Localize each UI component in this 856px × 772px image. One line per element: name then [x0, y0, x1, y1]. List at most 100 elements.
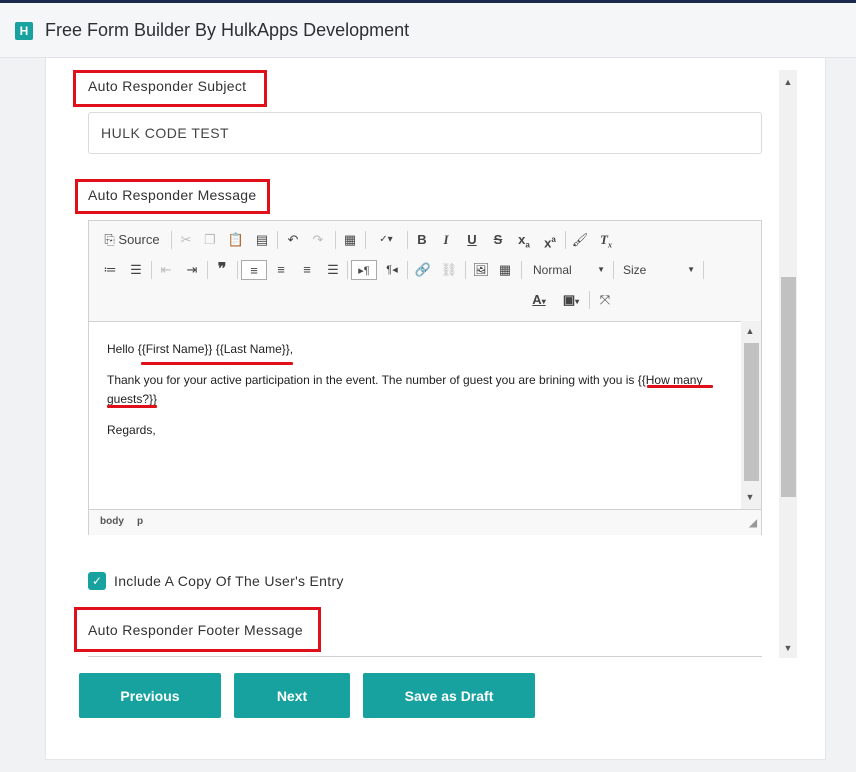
subject-input[interactable]	[88, 112, 762, 154]
strikethrough-icon[interactable]: S	[489, 230, 507, 250]
toolbar-separator	[613, 261, 614, 279]
background-color-icon[interactable]: ▣▾	[559, 290, 583, 310]
app-title: Free Form Builder By HulkApps Developmen…	[45, 20, 410, 40]
editor-content[interactable]: Hello {{First Name}} {{Last Name}}, Than…	[89, 321, 741, 509]
superscript-icon[interactable]: xa	[541, 230, 559, 250]
undo-icon[interactable]: ↶	[284, 230, 302, 250]
editor-element-path: body p ◢	[89, 509, 761, 535]
scroll-up-icon[interactable]: ▲	[779, 74, 797, 90]
ltr-icon[interactable]: ▸¶	[351, 260, 377, 280]
path-body[interactable]: body	[100, 516, 124, 527]
last-name-tag: {{Last Name}}	[215, 342, 290, 356]
maximize-icon[interactable]: ⤧	[595, 290, 615, 310]
form-scrollbar[interactable]: ▲ ▼	[779, 70, 797, 658]
paste-icon[interactable]: 📋	[227, 230, 245, 250]
bold-icon[interactable]: B	[413, 230, 431, 250]
resize-handle-icon[interactable]: ◢	[749, 518, 757, 529]
bulleted-list-icon[interactable]: ☰	[127, 260, 145, 280]
toolbar-separator	[465, 261, 466, 279]
text-color-icon[interactable]: A▾	[527, 290, 551, 310]
size-select-value: Size	[623, 263, 647, 277]
footer-editor-edge	[88, 656, 762, 658]
increase-indent-icon[interactable]: ⇥	[183, 260, 201, 280]
image-icon[interactable]: 🖼	[471, 260, 491, 280]
previous-button[interactable]: Previous	[79, 673, 221, 718]
scroll-up-icon[interactable]: ▲	[741, 323, 759, 339]
align-right-icon[interactable]: ≡	[297, 260, 317, 280]
size-select[interactable]: Size ▼	[623, 260, 695, 280]
guests-tag-underline	[647, 385, 713, 388]
toolbar-separator	[521, 261, 522, 279]
greeting-text: Hello	[107, 342, 138, 356]
decrease-indent-icon[interactable]: ⇤	[157, 260, 175, 280]
numbered-list-icon[interactable]: ≔	[101, 260, 119, 280]
toolbar-separator	[347, 261, 348, 279]
format-select-value: Normal	[533, 263, 572, 277]
justify-icon[interactable]: ☰	[323, 260, 343, 280]
redo-icon[interactable]: ↷	[309, 230, 327, 250]
toolbar-separator	[207, 261, 208, 279]
greeting-suffix: ,	[289, 342, 294, 356]
toolbar-separator	[237, 261, 238, 279]
align-center-icon[interactable]: ≡	[271, 260, 291, 280]
thanks-text: Thank you for your active participation …	[107, 373, 638, 387]
toolbar-separator	[407, 261, 408, 279]
save-draft-button[interactable]: Save as Draft	[363, 673, 535, 718]
copy-icon[interactable]: ❐	[201, 230, 219, 250]
toolbar-separator	[407, 231, 408, 249]
underline-icon[interactable]: U	[463, 230, 481, 250]
toolbar-separator	[277, 231, 278, 249]
subscript-icon[interactable]: xa	[515, 230, 533, 250]
toolbar-separator	[589, 291, 590, 309]
remove-format-icon[interactable]: Tx	[597, 230, 615, 250]
app-header: H Free Form Builder By HulkApps Developm…	[0, 3, 856, 58]
unlink-icon[interactable]: ⛓	[439, 260, 459, 280]
scroll-down-icon[interactable]: ▼	[779, 640, 797, 656]
first-name-tag: {{First Name}}	[137, 342, 213, 356]
name-tags-underline	[141, 362, 293, 365]
form-scroll-area: Auto Responder Subject Auto Responder Me…	[45, 70, 780, 658]
path-p[interactable]: p	[137, 516, 143, 527]
subject-label: Auto Responder Subject	[88, 78, 247, 94]
message-label: Auto Responder Message	[88, 187, 257, 203]
toolbar-separator	[151, 261, 152, 279]
spellcheck-icon[interactable]: ✓▾	[373, 230, 399, 250]
footer-label: Auto Responder Footer Message	[88, 622, 303, 638]
italic-icon[interactable]: I	[437, 230, 455, 250]
chevron-down-icon: ▼	[687, 265, 695, 274]
table-icon[interactable]: ▦	[495, 260, 515, 280]
form-scroll-thumb[interactable]	[781, 277, 796, 497]
next-button[interactable]: Next	[234, 673, 350, 718]
app-logo-icon: H	[15, 22, 33, 40]
paste-text-icon[interactable]: ▤	[253, 230, 271, 250]
message-line-1: Hello {{First Name}} {{Last Name}},	[107, 342, 293, 356]
chevron-down-icon: ▼	[597, 265, 605, 274]
editor-scroll-thumb[interactable]	[744, 343, 759, 481]
guests-tag-underline-2	[107, 405, 157, 408]
message-line-3: Regards,	[107, 423, 156, 437]
toolbar-separator	[365, 231, 366, 249]
guests-tag-continued: guests?}}	[107, 392, 158, 406]
format-select[interactable]: Normal ▼	[533, 260, 605, 280]
source-label: Source	[118, 232, 160, 247]
toolbar-separator	[565, 231, 566, 249]
editor-toolbar: ⎘ Source ✂ ❐ 📋 ▤ ↶ ↷ ▦ ✓▾ B I U S xa xa …	[89, 221, 761, 322]
editor-scrollbar[interactable]: ▲ ▼	[741, 321, 761, 509]
blockquote-icon[interactable]: ❞	[213, 260, 231, 280]
include-copy-checkbox[interactable]: ✓	[88, 572, 106, 590]
align-left-icon[interactable]: ≡	[241, 260, 267, 280]
toolbar-separator	[171, 231, 172, 249]
message-line-2b: guests?}}	[107, 392, 157, 406]
rtl-icon[interactable]: ¶◂	[381, 260, 403, 280]
find-replace-icon[interactable]: ▦	[341, 230, 359, 250]
toolbar-separator	[703, 261, 704, 279]
toolbar-separator	[335, 231, 336, 249]
message-line-2: Thank you for your active participation …	[107, 373, 702, 387]
copy-formatting-icon[interactable]: 🖌	[571, 230, 589, 250]
cut-icon[interactable]: ✂	[177, 230, 195, 250]
source-icon: ⎘	[104, 232, 115, 247]
include-copy-label: Include A Copy Of The User's Entry	[114, 573, 344, 589]
link-icon[interactable]: 🔗	[413, 260, 433, 280]
scroll-down-icon[interactable]: ▼	[741, 489, 759, 505]
source-button[interactable]: ⎘ Source	[101, 230, 163, 250]
